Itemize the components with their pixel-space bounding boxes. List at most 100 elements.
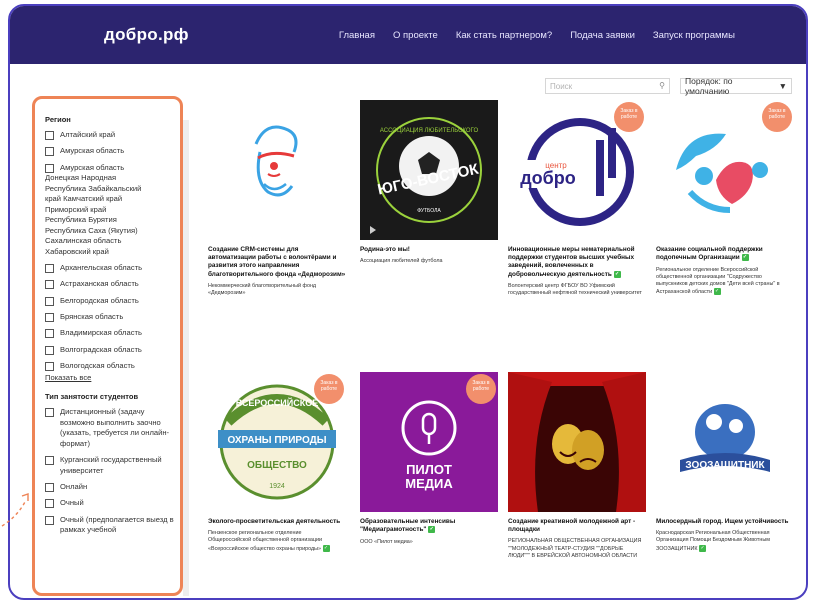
employment-title: Тип занятости студентов bbox=[45, 392, 139, 402]
project-card[interactable]: ПИЛОТ МЕДИА Заказ в работе Образовательн… bbox=[360, 372, 498, 546]
region-option[interactable]: Белгородская область bbox=[45, 296, 174, 307]
checkbox[interactable] bbox=[45, 456, 54, 466]
checkbox[interactable] bbox=[45, 131, 54, 140]
employment-option[interactable]: Очный (предполагается выезд в рамках уче… bbox=[45, 515, 174, 536]
project-card[interactable]: АССОЦИАЦИЯ ЛЮБИТЕЛЬСКОГО ЮГО-ВОСТОК ФУТБ… bbox=[360, 100, 498, 265]
region-label: Алтайский край bbox=[60, 130, 116, 139]
checkbox[interactable] bbox=[45, 147, 54, 157]
card-org-text: Краснодарская Региональная Общественная … bbox=[656, 530, 770, 552]
checkbox[interactable] bbox=[45, 312, 54, 322]
nav-apply[interactable]: Подача заявки bbox=[570, 30, 635, 41]
checkbox[interactable] bbox=[45, 515, 54, 525]
employment-option[interactable]: Онлайн bbox=[45, 482, 174, 493]
sort-select[interactable]: Порядок: по умолчанию ▼ bbox=[680, 76, 792, 96]
region-option[interactable]: Брянская область bbox=[45, 312, 174, 323]
project-card[interactable]: Создание CRM-системы для автоматизации р… bbox=[208, 100, 346, 297]
card-title[interactable]: Родина-это мы! bbox=[360, 246, 498, 254]
search-input[interactable]: Поиск ⚲ bbox=[545, 78, 670, 94]
project-image: ЗООЗАЩИТНИК bbox=[656, 372, 794, 512]
region-plain: Хабаровский край bbox=[45, 246, 109, 256]
employment-label: Дистанционный (задачу возможно выполнить… bbox=[60, 407, 170, 448]
region-label: Астраханская область bbox=[60, 279, 139, 289]
nav-partner[interactable]: Как стать партнером? bbox=[456, 30, 552, 41]
card-title[interactable]: Создание креативной молодежной арт - пло… bbox=[508, 518, 646, 534]
project-image: центр добро Заказ в работе bbox=[508, 100, 646, 240]
dobro-main: добро bbox=[520, 168, 576, 188]
project-image: Заказ в работе bbox=[656, 100, 794, 240]
region-option[interactable]: Амурская область bbox=[45, 163, 174, 174]
card-title[interactable]: Образовательные интенсивы "Медиаграмотно… bbox=[360, 518, 498, 535]
employment-label: Очный bbox=[60, 498, 84, 508]
region-label: Амурская область bbox=[60, 146, 125, 156]
card-title[interactable]: Милосердный город. Ищем устойчивость bbox=[656, 518, 794, 526]
checkbox[interactable] bbox=[45, 499, 54, 509]
nav-about[interactable]: О проекте bbox=[393, 30, 438, 41]
search-placeholder: Поиск bbox=[550, 81, 573, 91]
card-org: Пензенское региональное отделение Общеро… bbox=[208, 530, 346, 553]
region-label: Владимирская область bbox=[60, 328, 142, 338]
region-plain: край Камчатский край bbox=[45, 194, 123, 204]
project-card[interactable]: центр добро Заказ в работе Инновационные… bbox=[508, 100, 646, 297]
card-title[interactable]: Инновационные меры нематериальной поддер… bbox=[508, 246, 646, 279]
region-option[interactable]: Вологодская область bbox=[45, 361, 174, 372]
region-label: Брянская область bbox=[60, 311, 124, 321]
status-badge: Заказ в работе bbox=[314, 374, 344, 404]
football-sub: ФУТБОЛА bbox=[417, 208, 441, 214]
project-card[interactable]: ВСЕРОССИЙСКОЕ ОХРАНЫ ПРИРОДЫ ОБЩЕСТВО 19… bbox=[208, 372, 346, 553]
checkbox[interactable] bbox=[45, 163, 54, 173]
project-card[interactable]: ЗООЗАЩИТНИК Милосердный город. Ищем усто… bbox=[656, 372, 794, 553]
site-header: добро.рф Главная О проекте Как стать пар… bbox=[10, 6, 806, 64]
region-plain: Сахалинская область bbox=[45, 236, 122, 246]
checkbox[interactable] bbox=[45, 280, 54, 290]
checkbox[interactable] bbox=[45, 296, 54, 306]
region-label: Белгородская область bbox=[60, 295, 139, 305]
project-image: ВСЕРОССИЙСКОЕ ОХРАНЫ ПРИРОДЫ ОБЩЕСТВО 19… bbox=[208, 372, 346, 512]
checkbox[interactable] bbox=[45, 345, 54, 355]
employment-option[interactable]: Очный bbox=[45, 498, 174, 509]
check-icon: ✓ bbox=[322, 544, 330, 552]
card-org: Ассоциация любителей футбола bbox=[360, 258, 443, 265]
show-all-link[interactable]: Показать все bbox=[45, 373, 174, 382]
region-plain: Приморский край bbox=[45, 204, 107, 214]
search-icon[interactable]: ⚲ bbox=[659, 81, 665, 90]
region-option[interactable]: Владимирская область bbox=[45, 328, 174, 339]
region-label: Амурская область bbox=[60, 162, 125, 172]
site-logo[interactable]: добро.рф bbox=[104, 25, 189, 45]
project-image bbox=[508, 372, 646, 512]
check-icon: ✓ bbox=[699, 544, 707, 552]
check-icon: ✓ bbox=[741, 254, 749, 262]
employment-label: Очный (предполагается выезд в рамках уче… bbox=[60, 514, 174, 535]
project-image bbox=[208, 100, 346, 240]
region-option[interactable]: Архангельская область bbox=[45, 263, 174, 274]
checkbox[interactable] bbox=[45, 482, 54, 492]
project-card[interactable]: Заказ в работе Оказание социальной подде… bbox=[656, 100, 794, 296]
nav-launch[interactable]: Запуск программы bbox=[653, 30, 735, 41]
checkbox[interactable] bbox=[45, 329, 54, 339]
card-title[interactable]: Оказание социальной поддержки подопечным… bbox=[656, 246, 794, 263]
check-icon: ✓ bbox=[613, 270, 621, 278]
card-title[interactable]: Создание CRM-системы для автоматизации р… bbox=[208, 246, 346, 279]
region-option[interactable]: Астраханская область bbox=[45, 279, 174, 290]
region-plain: Донецкая Народная bbox=[45, 173, 117, 183]
check-icon: ✓ bbox=[713, 288, 721, 296]
card-org: Некоммерческий благотворительный фонд «Д… bbox=[208, 282, 317, 297]
card-title[interactable]: Эколого-просветительская деятельность bbox=[208, 518, 346, 526]
nature-mid: ОХРАНЫ ПРИРОДЫ bbox=[227, 435, 326, 446]
card-org: Краснодарская Региональная Общественная … bbox=[656, 530, 794, 553]
region-plain: Республика Забайкальский bbox=[45, 183, 142, 193]
card-title-text: Образовательные интенсивы "Медиаграмотно… bbox=[360, 518, 456, 534]
checkbox[interactable] bbox=[45, 264, 54, 274]
sidebar-shadow bbox=[183, 120, 189, 596]
checkbox[interactable] bbox=[45, 361, 54, 371]
status-badge: Заказ в работе bbox=[466, 374, 496, 404]
project-card[interactable]: Создание креативной молодежной арт - пло… bbox=[508, 372, 646, 560]
employment-option[interactable]: Курганский государственный университет bbox=[45, 455, 174, 476]
nature-bottom: ОБЩЕСТВО bbox=[247, 460, 307, 471]
region-option[interactable]: Амурская область bbox=[45, 146, 174, 157]
nature-top: ВСЕРОССИЙСКОЕ bbox=[236, 397, 318, 408]
employment-option[interactable]: Дистанционный (задачу возможно выполнить… bbox=[45, 407, 174, 449]
checkbox[interactable] bbox=[45, 408, 54, 418]
region-option[interactable]: Алтайский край bbox=[45, 130, 174, 141]
nav-home[interactable]: Главная bbox=[339, 30, 375, 41]
region-option[interactable]: Волгоградская область bbox=[45, 345, 174, 356]
